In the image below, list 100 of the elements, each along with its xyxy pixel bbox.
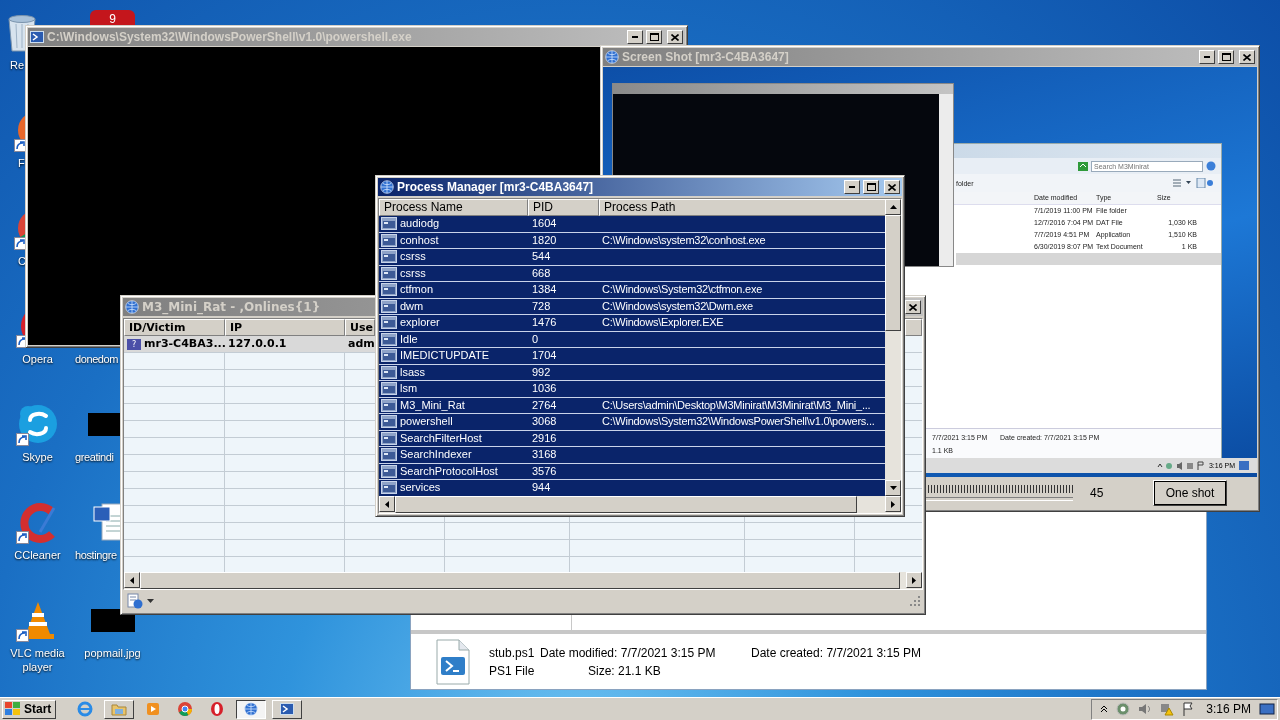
column-header[interactable]: Process Name <box>379 199 528 216</box>
process-row[interactable]: powershell 3068 C:\Windows\System32\WindowsPowerShell\v1.0\powers... <box>379 414 885 431</box>
scroll-arrow-button[interactable] <box>885 480 901 496</box>
icon-label[interactable]: F <box>18 156 25 170</box>
window-icon <box>381 448 397 462</box>
table-cell[interactable]: adm <box>345 336 375 352</box>
clock: 3:16 PM <box>1206 702 1251 716</box>
scroll-arrow-button[interactable] <box>906 572 922 588</box>
icon-label[interactable]: CCleaner <box>14 548 61 562</box>
window-icon <box>381 398 397 412</box>
icon-label[interactable]: popmail.jpg <box>82 646 143 660</box>
process-row[interactable]: IMEDICTUPDATE 1704 <box>379 348 885 365</box>
minimize-icon <box>1204 56 1210 58</box>
process-id: 728 <box>531 298 552 314</box>
process-id: 2764 <box>531 397 558 413</box>
icon-label[interactable]: Opera <box>22 352 53 366</box>
process-id: 3576 <box>531 463 558 479</box>
column-header[interactable]: PID <box>528 199 599 216</box>
process-name: lsass <box>400 364 426 380</box>
scroll-thumb[interactable] <box>885 215 901 331</box>
icon-label[interactable]: VLC media player <box>7 646 68 674</box>
minimize-button[interactable] <box>844 180 860 194</box>
process-row[interactable]: SearchIndexer 3168 <box>379 447 885 464</box>
tray-icons-drawing <box>1156 461 1205 470</box>
powershell-icon <box>30 30 44 44</box>
flag-icon[interactable] <box>1182 702 1195 716</box>
folder-icon <box>111 701 128 717</box>
globe-icon <box>380 180 394 194</box>
maximize-button[interactable] <box>646 30 662 44</box>
column-header[interactable] <box>905 319 922 336</box>
triangle-icon <box>889 205 897 209</box>
chevron-up-icon[interactable] <box>1100 705 1109 713</box>
icon-label[interactable]: Re <box>10 58 25 72</box>
process-row[interactable]: lsm 1036 <box>379 381 885 398</box>
window-icon <box>381 415 397 429</box>
maximize-icon <box>866 183 876 191</box>
minimize-button[interactable] <box>1199 50 1215 64</box>
window-icon <box>381 233 397 247</box>
scroll-arrow-button[interactable] <box>379 496 395 512</box>
icon-label[interactable]: donedom <box>75 352 119 366</box>
start-icon <box>5 702 21 716</box>
process-id: 544 <box>531 249 552 264</box>
process-name: explorer <box>400 315 440 331</box>
process-name: csrss <box>400 265 426 281</box>
icon-label[interactable]: Skype <box>22 450 53 464</box>
process-name: M3_Mini_Rat <box>400 397 465 413</box>
scroll-arrow-button[interactable] <box>885 199 901 215</box>
help-icon[interactable] <box>1206 161 1216 171</box>
process-path: C:\Windows\System32\WindowsPowerShell\v1.0\powers... <box>601 414 876 429</box>
process-path: C:\Users\admin\Desktop\M3Minirat\M3Minirat\M3_Mini_... <box>601 397 872 413</box>
icon-label[interactable]: hostingre <box>75 548 117 562</box>
process-name: SearchProtocolHost <box>400 463 498 479</box>
globe-icon <box>605 50 619 64</box>
process-name: powershell <box>400 414 453 430</box>
resize-grip-icon <box>910 596 920 606</box>
triangle-icon <box>130 576 134 584</box>
close-button[interactable] <box>1239 50 1255 64</box>
refresh-icon[interactable] <box>1078 161 1088 171</box>
scroll-arrow-button[interactable] <box>885 496 901 512</box>
process-name: audiodg <box>400 216 440 232</box>
one-shot-button[interactable]: One shot <box>1153 480 1227 506</box>
icon-label[interactable]: greatindi <box>75 450 114 464</box>
globe-icon <box>125 300 139 314</box>
browser-icon <box>209 701 226 717</box>
process-row[interactable]: csrss 544 <box>379 249 885 266</box>
process-row[interactable]: explorer 1476 C:\Windows\Explorer.EXE <box>379 315 885 332</box>
process-row[interactable]: ctfmon 1384 C:\Windows\System32\ctfmon.exe <box>379 282 885 299</box>
close-button[interactable] <box>667 30 683 44</box>
maximize-button[interactable] <box>1218 50 1234 64</box>
triangle-icon <box>912 576 916 584</box>
minimize-button[interactable] <box>627 30 643 44</box>
network-icon[interactable] <box>1116 702 1131 716</box>
process-row[interactable]: services 944 <box>379 480 885 496</box>
minimize-icon <box>632 36 638 38</box>
taskbar-button[interactable] <box>236 699 267 719</box>
file-name: stub.ps1 <box>489 645 536 660</box>
speaker-icon[interactable] <box>1138 702 1153 716</box>
browser-icon <box>177 701 194 717</box>
maximize-button[interactable] <box>863 180 879 194</box>
scroll-arrow-button[interactable] <box>124 572 140 588</box>
column-header[interactable]: IP <box>225 319 345 336</box>
icon-label[interactable]: C <box>18 254 26 268</box>
info-document-icon[interactable] <box>127 593 143 609</box>
column-header[interactable]: Process Path <box>599 199 885 216</box>
table-cell[interactable]: 127.0.0.1 <box>225 336 345 352</box>
caret-icon[interactable] <box>147 599 154 603</box>
window-title: C:\Windows\System32\WindowsPowerShell\v1.0\powershell.exe <box>47 30 412 44</box>
media-player-icon <box>145 701 162 717</box>
close-icon <box>671 33 679 41</box>
show-desktop-icon[interactable] <box>1259 702 1275 716</box>
start-button[interactable]: Start <box>2 699 57 719</box>
file-type: PS1 File <box>489 663 536 678</box>
close-button[interactable] <box>884 180 900 194</box>
close-button[interactable] <box>905 300 921 314</box>
window-icon <box>381 464 397 478</box>
window-title: Process Manager [mr3-C4BA3647] <box>397 180 594 194</box>
view-options-icon[interactable] <box>1173 178 1213 188</box>
process-row[interactable]: audiodg 1604 <box>379 216 885 233</box>
column-header[interactable]: Use <box>345 319 375 336</box>
column-header[interactable]: ID/Victim <box>124 319 225 336</box>
